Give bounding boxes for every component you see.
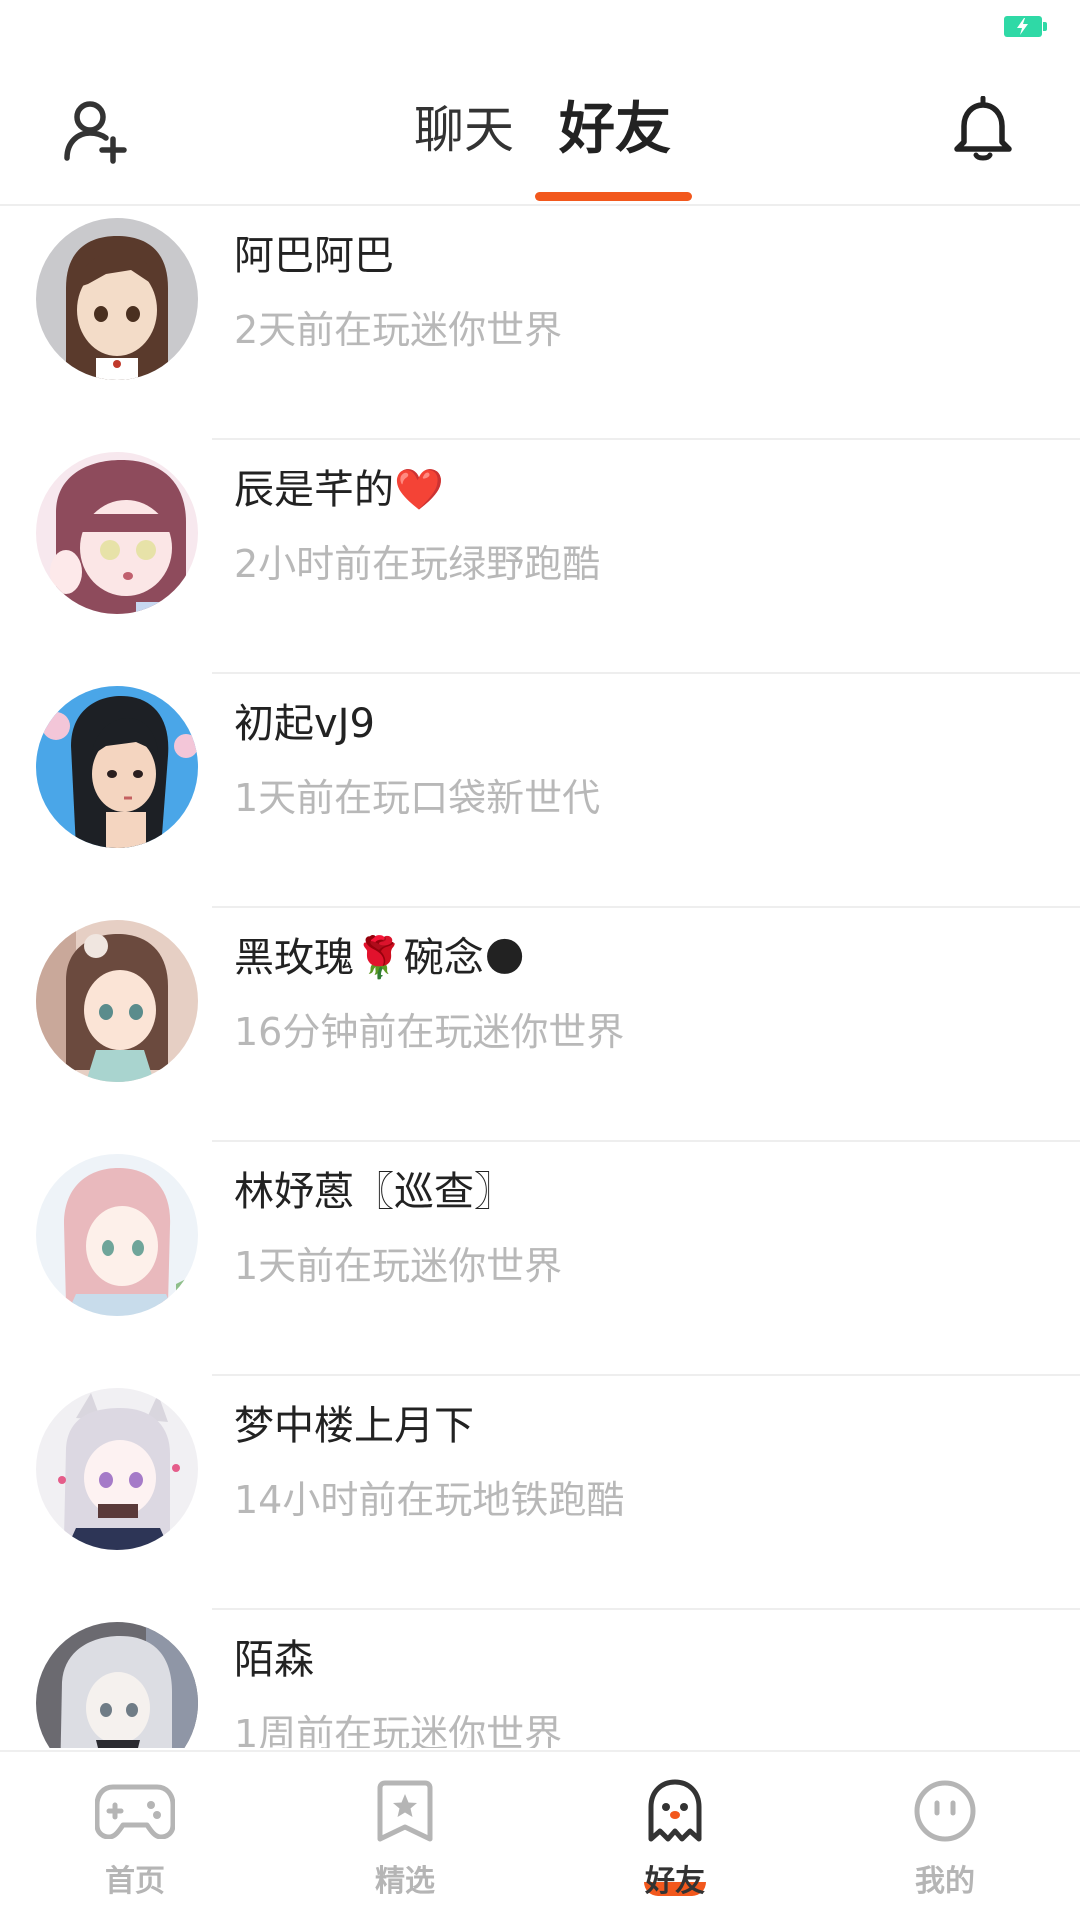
friend-item[interactable]: 梦中楼上月下 14小时前在玩地铁跑酷 bbox=[0, 1376, 1080, 1610]
active-tab-indicator bbox=[535, 192, 692, 201]
nav-item-featured[interactable]: 精选 bbox=[270, 1752, 540, 1920]
star-bookmark-icon bbox=[365, 1776, 445, 1846]
avatar-image bbox=[36, 920, 198, 1082]
add-friend-button[interactable] bbox=[60, 96, 130, 166]
tab-chat[interactable]: 聊天 bbox=[414, 100, 514, 160]
friend-name: 阿巴阿巴 bbox=[234, 233, 394, 279]
status-bar bbox=[0, 0, 1080, 60]
friend-item[interactable]: 初起vJ9 1天前在玩口袋新世代 bbox=[0, 674, 1080, 908]
friend-name: 陌森 bbox=[234, 1637, 314, 1683]
tab-friends[interactable]: 好友 bbox=[559, 100, 671, 160]
friend-item[interactable]: 黑玫瑰🌹碗念🌑 16分钟前在玩迷你世界 bbox=[0, 908, 1080, 1142]
bottom-nav: 首页 精选 好友 我的 bbox=[0, 1750, 1080, 1920]
nav-label: 我的 bbox=[915, 1864, 975, 1899]
nav-item-friends[interactable]: 好友 bbox=[540, 1752, 810, 1920]
friend-name: 辰是芊的❤️ bbox=[234, 467, 444, 513]
battery-icon bbox=[1004, 16, 1047, 37]
avatar-image bbox=[36, 1622, 198, 1748]
friend-status: 16分钟前在玩迷你世界 bbox=[234, 1010, 625, 1054]
friend-status: 2小时前在玩绿野跑酷 bbox=[234, 542, 601, 586]
avatar-image bbox=[36, 686, 198, 848]
avatar[interactable] bbox=[36, 920, 198, 1082]
friend-status: 1天前在玩口袋新世代 bbox=[234, 776, 601, 820]
friend-status: 1天前在玩迷你世界 bbox=[234, 1244, 563, 1288]
nav-label: 首页 bbox=[105, 1864, 165, 1899]
friends-screen: 聊天 好友 阿巴阿巴 2天前在玩迷你世界 辰是芊的❤️ 2小时前在玩绿野跑酷 初… bbox=[0, 0, 1080, 1920]
avatar-image bbox=[36, 1154, 198, 1316]
add-user-icon bbox=[64, 101, 127, 164]
friend-name: 初起vJ9 bbox=[234, 701, 375, 747]
avatar[interactable] bbox=[36, 686, 198, 848]
friend-status: 2天前在玩迷你世界 bbox=[234, 308, 563, 352]
charging-bolt-icon bbox=[1017, 18, 1028, 35]
friend-item[interactable]: 林妤蒽〖巡查〗 1天前在玩迷你世界 bbox=[0, 1142, 1080, 1376]
gamepad-icon bbox=[95, 1776, 175, 1846]
friend-name: 林妤蒽〖巡查〗 bbox=[234, 1169, 514, 1215]
friend-list[interactable]: 阿巴阿巴 2天前在玩迷你世界 辰是芊的❤️ 2小时前在玩绿野跑酷 初起vJ9 1… bbox=[0, 206, 1080, 1748]
avatar[interactable] bbox=[36, 218, 198, 380]
friend-item[interactable]: 陌森 1周前在玩迷你世界 bbox=[0, 1610, 1080, 1748]
friend-item[interactable]: 辰是芊的❤️ 2小时前在玩绿野跑酷 bbox=[0, 440, 1080, 674]
notification-button[interactable] bbox=[948, 94, 1018, 164]
nav-label: 精选 bbox=[375, 1864, 435, 1899]
face-icon bbox=[905, 1776, 985, 1846]
avatar-image bbox=[36, 218, 198, 380]
avatar-image bbox=[36, 1388, 198, 1550]
avatar[interactable] bbox=[36, 452, 198, 614]
nav-item-me[interactable]: 我的 bbox=[810, 1752, 1080, 1920]
ghost-icon bbox=[635, 1776, 715, 1846]
avatar[interactable] bbox=[36, 1154, 198, 1316]
friend-name: 黑玫瑰🌹碗念🌑 bbox=[234, 935, 526, 981]
friend-name: 梦中楼上月下 bbox=[234, 1403, 474, 1449]
top-header: 聊天 好友 bbox=[0, 60, 1080, 206]
friend-item[interactable]: 阿巴阿巴 2天前在玩迷你世界 bbox=[0, 206, 1080, 440]
avatar[interactable] bbox=[36, 1388, 198, 1550]
avatar-image bbox=[36, 452, 198, 614]
nav-label: 好友 bbox=[645, 1864, 705, 1899]
avatar[interactable] bbox=[36, 1622, 198, 1748]
friend-status: 14小时前在玩地铁跑酷 bbox=[234, 1478, 625, 1522]
friend-status: 1周前在玩迷你世界 bbox=[234, 1712, 563, 1748]
nav-item-home[interactable]: 首页 bbox=[0, 1752, 270, 1920]
bell-icon bbox=[954, 96, 1012, 161]
